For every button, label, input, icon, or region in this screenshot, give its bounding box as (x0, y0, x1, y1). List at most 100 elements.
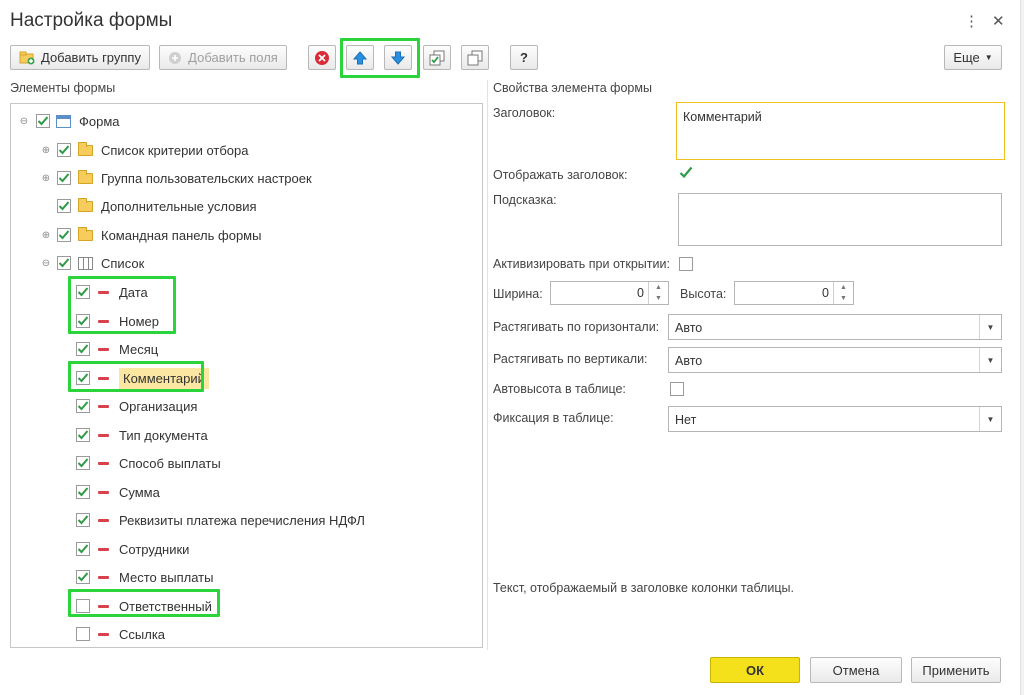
table-icon (78, 256, 93, 270)
height-value: 0 (822, 286, 829, 300)
width-input[interactable]: 0 ▲ ▼ (550, 281, 669, 305)
apply-label: Применить (922, 662, 990, 678)
form-elements-tree[interactable]: ⊖ Форма ⊕ Список критерии отбора ⊕ Групп… (10, 103, 483, 648)
expand-icon[interactable]: ⊕ (41, 145, 51, 156)
check-all-button[interactable] (423, 45, 451, 70)
field-icon (98, 575, 109, 579)
collapse-icon[interactable]: ⊖ (19, 116, 29, 127)
tree-item[interactable]: Способ выплаты (76, 452, 221, 474)
more-vert-icon[interactable]: ⋮ (964, 12, 979, 30)
more-button[interactable]: Еще ▼ (944, 45, 1002, 70)
tree-item[interactable]: Месяц (76, 338, 158, 360)
tree-group[interactable]: Дополнительные условия (57, 195, 257, 217)
tree-item[interactable]: Организация (76, 395, 197, 417)
checkbox[interactable] (76, 542, 90, 556)
arrow-up-icon (352, 50, 368, 64)
tree-item[interactable]: Тип документа (76, 424, 208, 446)
stretch-h-select[interactable]: Авто ▼ (668, 314, 1002, 340)
checkbox[interactable] (57, 199, 71, 213)
move-up-button[interactable] (346, 45, 374, 70)
tree-group[interactable]: ⊕ Командная панель формы (41, 224, 261, 246)
tree-item[interactable]: Ответственный (76, 595, 212, 617)
checkbox[interactable] (57, 171, 71, 185)
height-input[interactable]: 0 ▲ ▼ (734, 281, 854, 305)
uncheck-all-button[interactable] (461, 45, 489, 70)
checkbox[interactable] (76, 456, 90, 470)
tree-item[interactable]: Дата (76, 281, 148, 303)
field-icon (98, 632, 109, 636)
hint-label: Подсказка: (493, 193, 557, 207)
tree-item[interactable]: Ссылка (76, 623, 165, 645)
tree-item[interactable]: Номер (76, 310, 159, 332)
checkbox[interactable] (36, 114, 50, 128)
help-icon: ? (520, 50, 528, 65)
tree-label: Форма (79, 113, 120, 129)
tree-item[interactable]: Сумма (76, 481, 160, 503)
tree-group[interactable]: ⊖ Список (41, 252, 144, 274)
add-fields-label: Добавить поля (188, 50, 278, 65)
checkbox[interactable] (76, 513, 90, 527)
checkbox[interactable] (76, 399, 90, 413)
show-caption-label: Отображать заголовок: (493, 168, 628, 182)
help-button[interactable]: ? (510, 45, 538, 70)
tree-label: Номер (119, 313, 160, 329)
activate-checkbox[interactable] (679, 257, 693, 271)
tree-label: Способ выплаты (119, 455, 221, 471)
chevron-down-icon[interactable]: ▼ (979, 407, 1001, 431)
cancel-label: Отмена (832, 662, 880, 678)
tree-group[interactable]: ⊕ Список критерии отбора (41, 139, 248, 161)
tree-item[interactable]: Реквизиты платежа перечисления НДФЛ (76, 509, 365, 531)
arrow-down-icon (390, 51, 406, 65)
caption-value: Комментарий (683, 110, 762, 124)
checkbox[interactable] (57, 256, 71, 270)
collapse-icon[interactable]: ⊖ (41, 258, 51, 269)
spinner-icon[interactable]: ▲ ▼ (833, 282, 853, 304)
ok-button[interactable]: ОК (710, 657, 800, 683)
delete-button[interactable] (308, 45, 336, 70)
expand-icon[interactable]: ⊕ (41, 173, 51, 184)
spinner-icon[interactable]: ▲ ▼ (648, 282, 668, 304)
chevron-down-icon[interactable]: ▼ (979, 315, 1001, 339)
tree-item[interactable]: Комментарий (76, 367, 209, 389)
field-icon (98, 347, 109, 351)
close-icon[interactable]: ✕ (992, 12, 1005, 30)
checkbox[interactable] (76, 285, 90, 299)
chevron-down-icon[interactable]: ▼ (979, 348, 1001, 372)
move-down-button[interactable] (384, 45, 412, 70)
expand-icon[interactable]: ⊕ (41, 230, 51, 241)
stretch-v-select[interactable]: Авто ▼ (668, 347, 1002, 373)
add-fields-button[interactable]: Добавить поля (159, 45, 287, 70)
tree-label: Сотрудники (119, 541, 190, 557)
fix-label: Фиксация в таблице: (493, 411, 614, 425)
show-caption-checkbox[interactable] (679, 166, 693, 183)
stretch-v-value: Авто (675, 354, 703, 368)
autoheight-checkbox[interactable] (670, 382, 684, 396)
caption-input[interactable]: Комментарий (676, 102, 1005, 160)
folder-icon (78, 197, 93, 212)
checkbox[interactable] (76, 428, 90, 442)
hint-input[interactable] (678, 193, 1002, 246)
checkbox[interactable] (76, 570, 90, 584)
cancel-button[interactable]: Отмена (810, 657, 902, 683)
checkbox[interactable] (57, 143, 71, 157)
checkbox[interactable] (57, 228, 71, 242)
checkbox[interactable] (76, 485, 90, 499)
tree-group[interactable]: ⊕ Группа пользовательских настроек (41, 167, 312, 189)
checkbox[interactable] (76, 627, 90, 641)
folder-icon (78, 141, 93, 156)
window-title: Настройка формы (10, 10, 173, 31)
checkbox[interactable] (76, 314, 90, 328)
tree-item[interactable]: Сотрудники (76, 538, 189, 560)
tree-root[interactable]: ⊖ Форма (19, 110, 120, 132)
tree-item[interactable]: Место выплаты (76, 566, 213, 588)
apply-button[interactable]: Применить (911, 657, 1001, 683)
checkbox[interactable] (76, 342, 90, 356)
checkbox[interactable] (76, 371, 90, 385)
checkbox[interactable] (76, 599, 90, 613)
field-icon (98, 604, 109, 608)
fix-select[interactable]: Нет ▼ (668, 406, 1002, 432)
fix-value: Нет (675, 413, 697, 427)
add-group-button[interactable]: Добавить группу (10, 45, 150, 70)
height-label: Высота: (680, 287, 727, 301)
field-icon (98, 518, 109, 522)
